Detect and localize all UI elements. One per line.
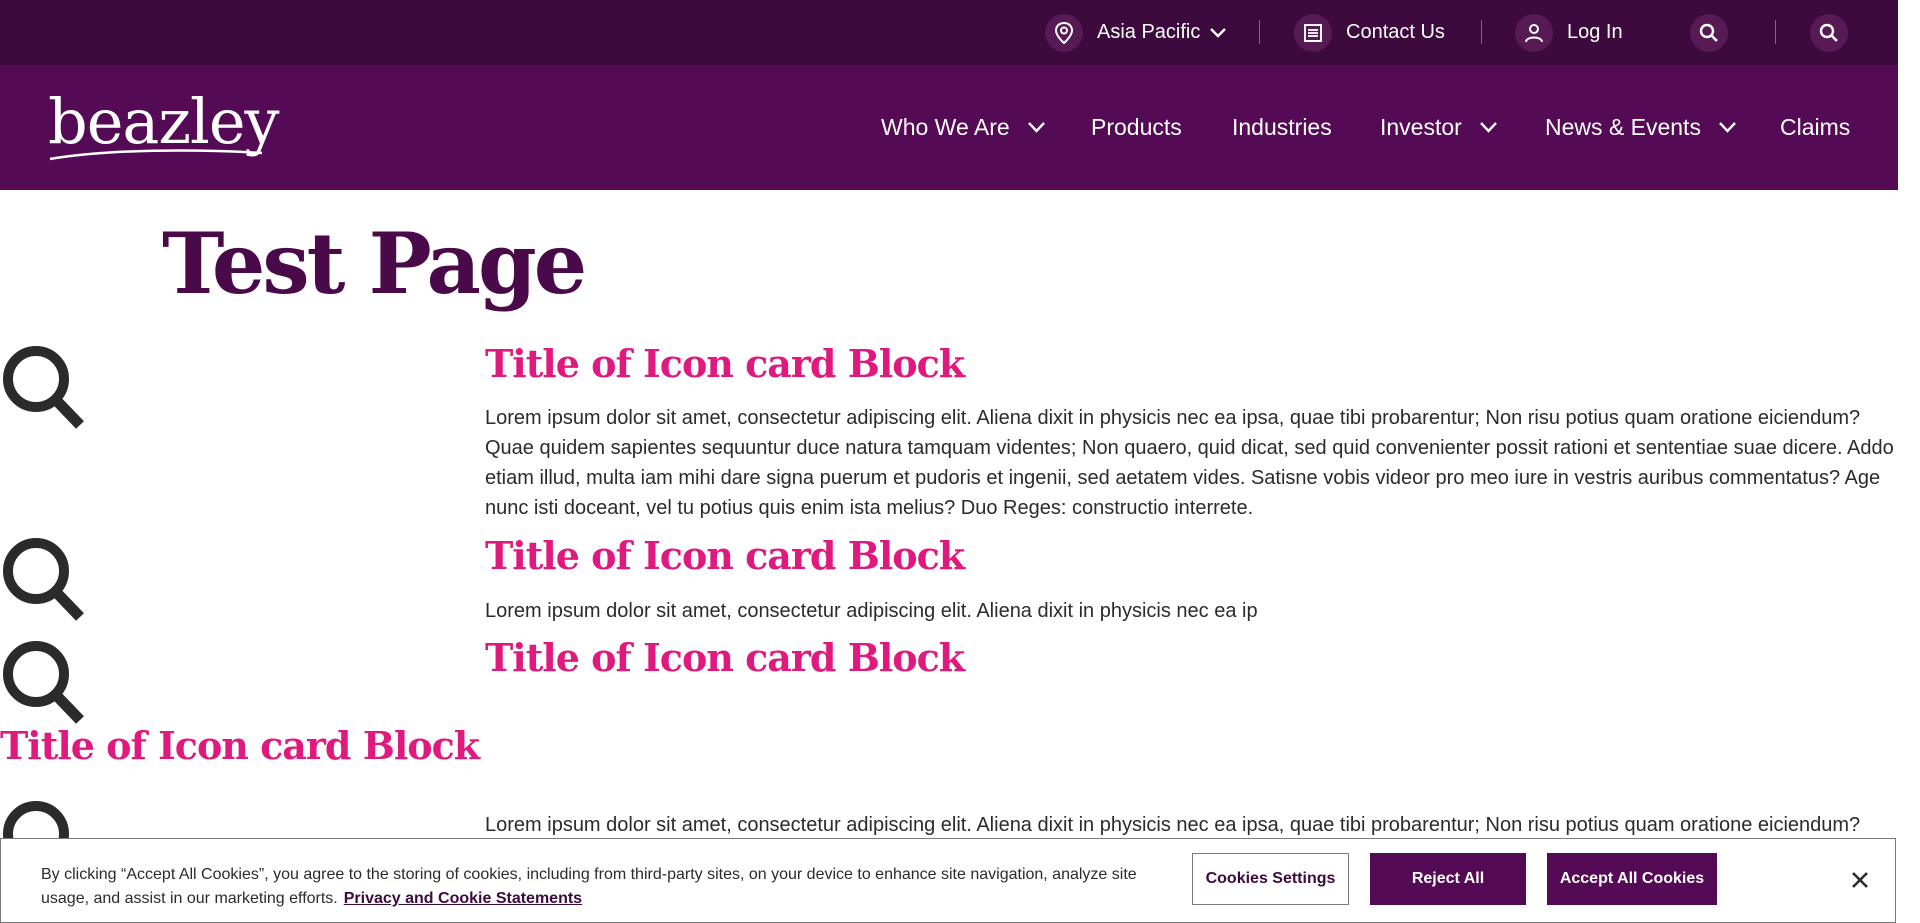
card-text: Lorem ipsum dolor sit amet, consectetur …	[485, 814, 1861, 836]
logo-swoosh-icon	[49, 149, 263, 161]
privacy-cookie-link[interactable]: Privacy and Cookie Statements	[344, 890, 582, 907]
nav-item-news-events[interactable]: News & Events	[1545, 65, 1736, 190]
close-banner-button[interactable]	[1845, 865, 1875, 895]
close-icon	[1852, 872, 1868, 888]
cookies-settings-button[interactable]: Cookies Settings	[1192, 853, 1349, 905]
search-icon	[1690, 13, 1728, 52]
card-title: Title of Icon card Block	[0, 723, 480, 768]
card-text: Lorem ipsum dolor sit amet, consectetur …	[485, 600, 1258, 622]
search-icon	[3, 346, 84, 429]
login-link[interactable]: Log In	[1515, 0, 1623, 65]
login-label: Log In	[1567, 21, 1623, 43]
cookie-banner: By clicking “Accept All Cookies”, you ag…	[0, 838, 1896, 923]
chevron-down-icon	[1210, 27, 1227, 38]
nav-item-label: Who We Are	[881, 114, 1010, 140]
nav-item-label: Claims	[1780, 114, 1851, 140]
nav-item-who-we-are[interactable]: Who We Are	[881, 65, 1045, 190]
cookie-message: By clicking “Accept All Cookies”, you ag…	[41, 863, 1181, 911]
beazley-logo[interactable]: beazley	[48, 91, 280, 171]
nav-item-claims[interactable]: Claims	[1780, 65, 1850, 190]
user-icon	[1515, 13, 1553, 52]
search-button[interactable]	[1810, 0, 1848, 65]
separator	[1259, 20, 1260, 44]
separator	[1775, 20, 1776, 44]
chevron-down-icon	[1479, 122, 1497, 133]
page-title: Test Page	[162, 214, 587, 313]
card-title: Title of Icon card Block	[485, 635, 965, 680]
cookie-message-text: By clicking “Accept All Cookies”, you ag…	[41, 866, 1137, 907]
location-pin-icon	[1045, 13, 1083, 52]
contact-card-icon	[1294, 13, 1332, 52]
search-button[interactable]	[1690, 0, 1728, 65]
search-icon	[3, 538, 84, 621]
nav-item-label: Industries	[1232, 114, 1332, 140]
separator	[1481, 20, 1482, 44]
card-title: Title of Icon card Block	[485, 533, 965, 578]
nav-item-label: Products	[1091, 114, 1182, 140]
region-label: Asia Pacific	[1097, 21, 1201, 43]
nav-item-industries[interactable]: Industries	[1232, 65, 1332, 190]
card-title: Title of Icon card Block	[485, 341, 965, 386]
nav-item-investor[interactable]: Investor	[1380, 65, 1497, 190]
region-selector[interactable]: Asia Pacific	[1045, 0, 1227, 65]
contact-us-link[interactable]: Contact Us	[1294, 0, 1445, 65]
utility-bar: Asia Pacific Contact Us Log In	[0, 0, 1898, 65]
search-icon	[3, 641, 84, 724]
search-icon	[1810, 13, 1848, 52]
accept-all-cookies-button[interactable]: Accept All Cookies	[1547, 853, 1717, 905]
reject-all-button[interactable]: Reject All	[1370, 853, 1526, 905]
chevron-down-icon	[1719, 122, 1736, 133]
chevron-down-icon	[1027, 122, 1045, 133]
nav-item-label: News & Events	[1545, 114, 1701, 140]
nav-item-products[interactable]: Products	[1091, 65, 1182, 190]
main-navigation: beazley Who We Are Products Industries I…	[0, 65, 1898, 190]
nav-item-label: Investor	[1380, 114, 1462, 140]
contact-label: Contact Us	[1346, 21, 1445, 43]
card-text: Lorem ipsum dolor sit amet, consectetur …	[485, 407, 1894, 519]
logo-wordmark: beazley	[48, 85, 280, 158]
